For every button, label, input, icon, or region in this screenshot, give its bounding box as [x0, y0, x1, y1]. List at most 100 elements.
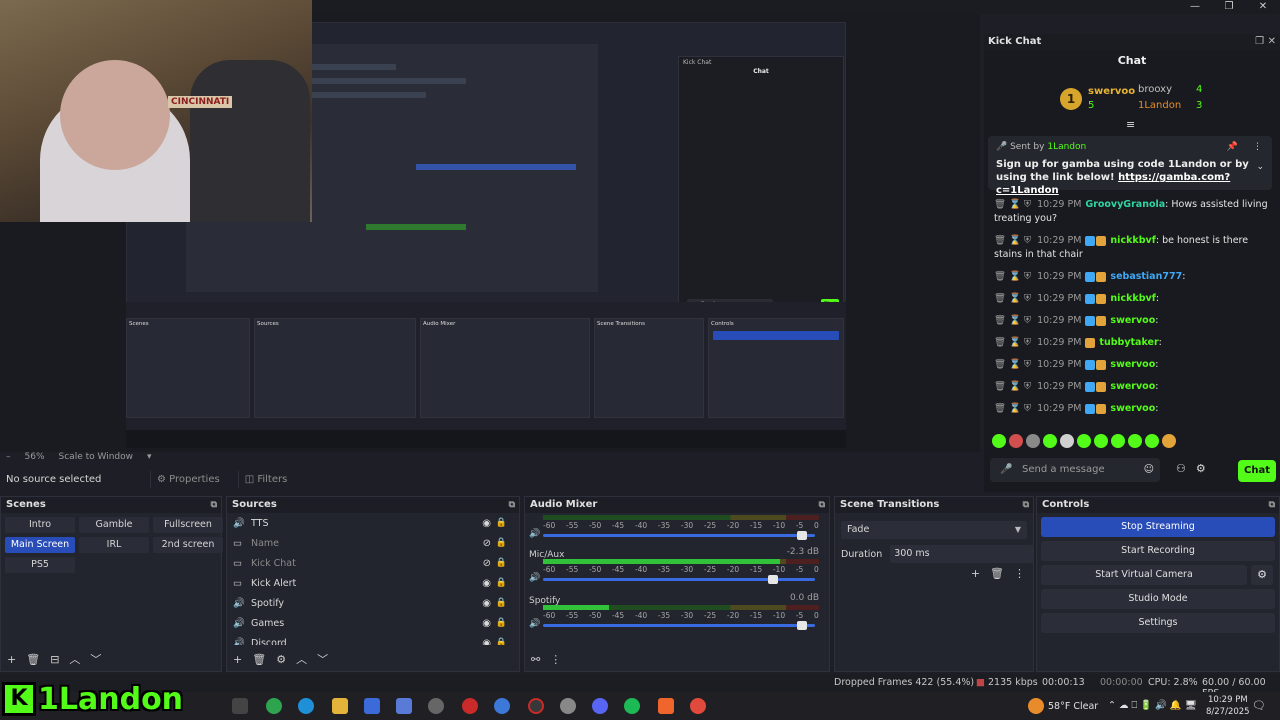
- chat-message-input[interactable]: 🎤 Send a message ☺: [990, 458, 1160, 482]
- chevron-up-icon[interactable]: ︿: [69, 651, 80, 667]
- eye-off-icon[interactable]: ⊘: [483, 538, 491, 549]
- chat-message[interactable]: 🗑 ⌛ ⛨ 10:29 PM GroovyGranola: Hows assiste…: [994, 198, 1274, 226]
- weather-text[interactable]: 58°F Clear: [1048, 701, 1098, 712]
- chat-message[interactable]: 🗑 ⌛ ⛨ 10:29 PM nickkbvf:: [994, 292, 1274, 306]
- source-item[interactable]: ▭ Kick Alert ◉ 🔒: [227, 573, 519, 593]
- trash-icon[interactable]: 🗑: [252, 653, 266, 666]
- message-user[interactable]: nickkbvf: [1110, 293, 1155, 304]
- microphone-icon[interactable]: 🎤: [1000, 458, 1012, 482]
- mod-tools-icon[interactable]: 🗑 ⌛ ⛨: [994, 337, 1031, 348]
- more-options-icon[interactable]: ⋮: [1253, 142, 1262, 152]
- file-explorer-icon[interactable]: [332, 698, 348, 714]
- restore-button[interactable]: ❐: [1212, 0, 1246, 14]
- settings-icon[interactable]: [428, 698, 444, 714]
- chat-message[interactable]: 🗑 ⌛ ⛨ 10:29 PM swervoo:: [994, 358, 1274, 372]
- dock-popout-icon[interactable]: ⧉: [1269, 497, 1275, 513]
- emote-icon[interactable]: [1111, 434, 1125, 448]
- mod-tools-icon[interactable]: 🗑 ⌛ ⛨: [994, 315, 1031, 326]
- volume-slider[interactable]: [543, 531, 815, 540]
- emote-icon[interactable]: [1009, 434, 1023, 448]
- chevron-down-icon[interactable]: ⌄: [1256, 162, 1264, 172]
- emote-icon[interactable]: [1094, 434, 1108, 448]
- app-icon[interactable]: [462, 698, 478, 714]
- mod-tools-icon[interactable]: 🗑 ⌛ ⛨: [994, 359, 1031, 370]
- source-item[interactable]: 🔊 Discord ◉ 🔒: [227, 633, 519, 646]
- filters-button[interactable]: ◫ Filters: [237, 470, 294, 488]
- add-icon[interactable]: +: [7, 653, 16, 666]
- mod-tools-icon[interactable]: 🗑 ⌛ ⛨: [994, 293, 1031, 304]
- speaker-icon[interactable]: 🔊: [529, 529, 540, 539]
- source-item[interactable]: 🔊 TTS ◉ 🔒: [227, 513, 519, 533]
- speaker-icon[interactable]: 🔊: [529, 619, 540, 629]
- scene-item[interactable]: Main Screen: [5, 537, 75, 553]
- studio-mode-button[interactable]: Studio Mode: [1041, 589, 1275, 609]
- lock-icon[interactable]: 🔒: [496, 578, 507, 588]
- scene-item[interactable]: IRL: [79, 537, 149, 553]
- dock-popout-icon[interactable]: ⧉: [819, 497, 825, 513]
- obs-icon[interactable]: [528, 698, 544, 714]
- chrome-icon[interactable]: [690, 698, 706, 714]
- discord-icon[interactable]: [592, 698, 608, 714]
- edge-icon[interactable]: [298, 698, 314, 714]
- gear-icon[interactable]: ⚙: [276, 653, 286, 666]
- emote-icon[interactable]: [1026, 434, 1040, 448]
- scene-item[interactable]: Intro: [5, 517, 75, 533]
- emote-icon[interactable]: [1128, 434, 1142, 448]
- close-button[interactable]: ✕: [1246, 0, 1280, 14]
- mod-tools-icon[interactable]: 🗑 ⌛ ⛨: [994, 235, 1031, 246]
- chat-message[interactable]: 🗑 ⌛ ⛨ 10:29 PM swervoo:: [994, 402, 1274, 416]
- eye-icon[interactable]: ◉: [482, 638, 491, 646]
- app-icon[interactable]: [560, 698, 576, 714]
- lock-icon[interactable]: 🔒: [496, 618, 507, 628]
- gear-icon[interactable]: ⚙: [1251, 565, 1273, 585]
- mod-tools-icon[interactable]: 🗑 ⌛ ⛨: [994, 403, 1031, 414]
- emote-icon[interactable]: [1060, 434, 1074, 448]
- message-user[interactable]: swervoo: [1110, 315, 1155, 326]
- store-icon[interactable]: [364, 698, 380, 714]
- source-item[interactable]: 🔊 Spotify ◉ 🔒: [227, 593, 519, 613]
- message-user[interactable]: nickkbvf: [1110, 235, 1155, 246]
- chevron-up-icon[interactable]: ︿: [296, 651, 307, 667]
- chat-message[interactable]: 🗑 ⌛ ⛨ 10:29 PM swervoo:: [994, 314, 1274, 328]
- clock-time[interactable]: 10:29 PM: [1208, 695, 1248, 705]
- notifications-icon[interactable]: 🗨: [1252, 699, 1266, 712]
- chat-send-button[interactable]: Chat: [1238, 460, 1276, 482]
- chat-message[interactable]: 🗑 ⌛ ⛨ 10:29 PM nickkbvf: be honest is the…: [994, 234, 1274, 262]
- emote-icon[interactable]: [1145, 434, 1159, 448]
- calculator-icon[interactable]: [396, 698, 412, 714]
- scene-item[interactable]: Gamble: [79, 517, 149, 533]
- transition-select[interactable]: Fade ▼: [841, 521, 1027, 539]
- filter-icon[interactable]: ⊟: [50, 653, 59, 666]
- volume-handle[interactable]: [797, 621, 808, 630]
- scale-mode-select[interactable]: Scale to Window: [59, 452, 133, 462]
- trash-icon[interactable]: 🗑: [26, 653, 40, 666]
- dock-popout-icon[interactable]: ⧉: [1023, 497, 1029, 513]
- emote-icon[interactable]: [1077, 434, 1091, 448]
- source-item[interactable]: ▭ Name ⊘ 🔒: [227, 533, 519, 553]
- emote-icon[interactable]: [1043, 434, 1057, 448]
- zoom-level[interactable]: 56%: [25, 452, 45, 462]
- link-icon[interactable]: ⚯: [531, 653, 540, 666]
- volume-slider[interactable]: [543, 621, 815, 630]
- mod-tools-icon[interactable]: 🗑 ⌛ ⛨: [994, 199, 1031, 210]
- task-view-icon[interactable]: [232, 698, 248, 714]
- chevron-down-icon[interactable]: ▾: [147, 452, 152, 462]
- dock-popout-icon[interactable]: ⧉: [211, 497, 217, 513]
- pin-icon[interactable]: 📌: [1227, 142, 1238, 152]
- clock-date[interactable]: 8/27/2025: [1206, 707, 1250, 717]
- minimize-button[interactable]: —: [1178, 0, 1212, 14]
- mod-tools-icon[interactable]: 🗑 ⌛ ⛨: [994, 271, 1031, 282]
- start-virtual-camera-button[interactable]: Start Virtual Camera ⚙: [1041, 565, 1273, 585]
- eye-icon[interactable]: ◉: [482, 518, 491, 529]
- lock-icon[interactable]: 🔒: [496, 638, 507, 645]
- more-options-icon[interactable]: ⋮: [1014, 567, 1025, 580]
- chat-message[interactable]: 🗑 ⌛ ⛨ 10:29 PM sebastian777:: [994, 270, 1274, 284]
- gear-icon[interactable]: ⚙: [1196, 462, 1206, 475]
- message-user[interactable]: swervoo: [1110, 381, 1155, 392]
- speaker-icon[interactable]: 🔊: [529, 573, 540, 583]
- eye-icon[interactable]: ◉: [482, 598, 491, 609]
- chevron-down-icon[interactable]: ﹀: [317, 651, 328, 667]
- eye-icon[interactable]: ◉: [482, 578, 491, 589]
- message-user[interactable]: swervoo: [1110, 403, 1155, 414]
- lock-icon[interactable]: 🔒: [496, 518, 507, 528]
